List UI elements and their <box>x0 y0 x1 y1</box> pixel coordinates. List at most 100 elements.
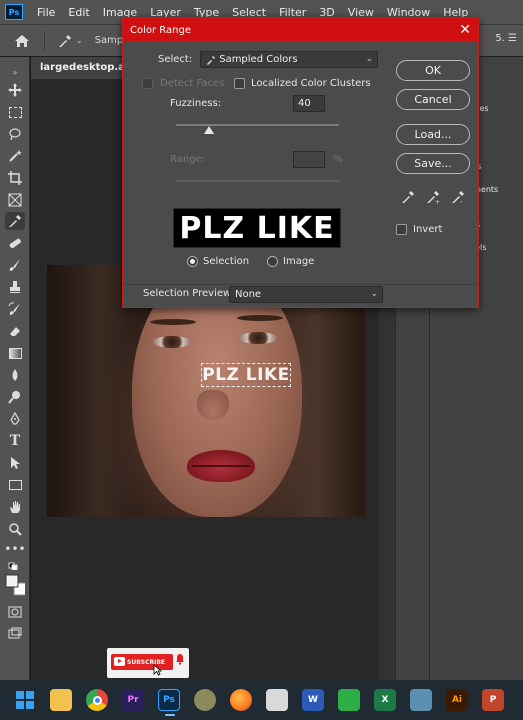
screen-mode-icon[interactable] <box>5 625 25 643</box>
hand-tool-icon[interactable] <box>5 498 25 516</box>
youtube-icon <box>114 657 125 666</box>
eyedropper-plus-icon[interactable]: + <box>426 190 440 207</box>
invert-label: Invert <box>413 224 443 235</box>
workspace-switcher[interactable]: 5. ☰ <box>495 33 517 44</box>
crop-tool-icon[interactable] <box>5 169 25 187</box>
taskbar-word-icon[interactable]: W <box>302 689 324 711</box>
magic-wand-tool-icon[interactable] <box>5 147 25 165</box>
zoom-tool-icon[interactable] <box>5 520 25 538</box>
selection-preview-label: Selection Preview: <box>143 288 235 299</box>
more-tools-icon[interactable]: ••• <box>4 540 25 558</box>
taskbar-excel-icon[interactable]: X <box>374 689 396 711</box>
taskbar-app-monitor-icon[interactable] <box>410 689 432 711</box>
marquee-tool-icon[interactable] <box>5 103 25 121</box>
type-tool-icon[interactable]: T <box>5 432 25 450</box>
localized-clusters-label: Localized Color Clusters <box>251 78 371 89</box>
taskbar-chrome-icon[interactable] <box>86 689 108 711</box>
localized-clusters-row: Localized Color Clusters <box>234 78 371 89</box>
path-selection-tool-icon[interactable] <box>5 454 25 472</box>
history-brush-tool-icon[interactable] <box>5 300 25 318</box>
image-radio[interactable] <box>267 256 278 267</box>
radio-selection-row[interactable]: Selection <box>187 256 249 267</box>
selection-preview-value: None <box>235 289 262 300</box>
taskbar-powerpoint-icon[interactable]: P <box>482 689 504 711</box>
close-icon[interactable]: ✕ <box>459 22 471 38</box>
image-lip-line <box>192 465 250 467</box>
subscribe-button[interactable]: SUBSCRIBE <box>111 654 173 670</box>
dodge-tool-icon[interactable] <box>5 388 25 406</box>
range-label: Range: <box>170 154 206 165</box>
radio-image-row[interactable]: Image <box>267 256 314 267</box>
home-icon[interactable] <box>12 32 32 50</box>
image-left-brow <box>150 319 196 325</box>
detect-faces-checkbox[interactable] <box>142 78 153 89</box>
taskbar-photoshop-icon[interactable]: Ps <box>158 689 180 716</box>
chevron-down-icon: ⌄ <box>76 36 83 45</box>
menu-file[interactable]: File <box>37 6 55 19</box>
healing-brush-tool-icon[interactable] <box>5 234 25 252</box>
pen-tool-icon[interactable] <box>5 410 25 428</box>
taskbar-firefox-icon[interactable] <box>230 689 252 711</box>
taskbar-camtasia-icon[interactable] <box>338 689 360 711</box>
selection-radio-label: Selection <box>203 256 250 267</box>
taskbar-premiere-icon[interactable]: Pr <box>122 689 144 711</box>
invert-checkbox[interactable] <box>396 224 407 235</box>
fuzziness-slider-thumb[interactable] <box>203 126 214 134</box>
load-button[interactable]: Load... <box>396 124 470 145</box>
brush-tool-icon[interactable] <box>5 256 25 274</box>
taskbar-app-globe-icon[interactable] <box>194 689 216 711</box>
eyedropper-icon <box>207 55 216 65</box>
image-right-eye <box>239 332 277 344</box>
options-right-controls[interactable]: 5. ☰ <box>495 33 517 44</box>
dialog-separator <box>123 284 478 285</box>
cursor-icon <box>153 664 163 676</box>
select-dropdown[interactable]: Sampled Colors ⌄ <box>200 51 379 68</box>
localized-clusters-checkbox[interactable] <box>234 78 245 89</box>
svg-text:+: + <box>435 199 440 204</box>
lasso-tool-icon[interactable] <box>5 125 25 143</box>
collapse-arrows-icon[interactable]: » <box>5 63 25 81</box>
color-swatches[interactable] <box>5 572 25 600</box>
blur-tool-icon[interactable] <box>5 366 25 384</box>
select-row: Select: Sampled Colors ⌄ <box>158 51 379 68</box>
clone-stamp-tool-icon[interactable] <box>5 278 25 296</box>
save-button[interactable]: Save... <box>396 153 470 174</box>
range-input <box>293 151 325 168</box>
eraser-tool-icon[interactable] <box>5 322 25 340</box>
gradient-tool-icon[interactable] <box>5 344 25 362</box>
taskbar-windows-icon[interactable] <box>14 689 36 711</box>
eyedropper-tool-icon[interactable] <box>5 212 25 230</box>
taskbar-file-explorer-icon[interactable] <box>50 689 72 711</box>
subscribe-overlay[interactable]: SUBSCRIBE <box>107 648 189 678</box>
taskbar-snipping-icon[interactable] <box>266 689 288 711</box>
invert-row[interactable]: Invert <box>396 224 442 235</box>
eyedropper-minus-icon[interactable]: - <box>451 190 465 207</box>
options-separator <box>44 30 45 51</box>
image-left-eye <box>153 336 191 348</box>
svg-text:-: - <box>460 198 463 204</box>
fuzziness-input[interactable]: 40 <box>293 95 325 112</box>
dialog-title-bar[interactable]: Color Range <box>123 18 478 42</box>
menu-edit[interactable]: Edit <box>68 6 89 19</box>
image-right-brow <box>237 315 283 321</box>
ok-button[interactable]: OK <box>396 60 470 81</box>
quick-mask-icon[interactable] <box>5 603 25 621</box>
range-unit: % <box>333 154 343 165</box>
eyedropper-icon <box>59 34 71 47</box>
fuzziness-slider-track[interactable] <box>176 124 339 126</box>
canvas-text-selection[interactable]: PLZ LIKE <box>201 363 291 387</box>
detect-faces-label: Detect Faces <box>160 78 225 89</box>
selection-radio[interactable] <box>187 256 198 267</box>
eyedropper-sample-icon[interactable] <box>401 190 415 207</box>
cancel-button[interactable]: Cancel <box>396 89 470 110</box>
dialog-title: Color Range <box>130 24 191 36</box>
tools-panel: » T ••• <box>0 57 30 680</box>
rectangle-tool-icon[interactable] <box>5 476 25 494</box>
move-tool-icon[interactable] <box>5 81 25 99</box>
eyedropper-tool-preset[interactable]: ⌄ <box>57 33 83 49</box>
selection-preview-dropdown[interactable]: None ⌄ <box>229 286 383 303</box>
fuzziness-label: Fuzziness: <box>170 98 222 109</box>
image-nose <box>197 390 229 420</box>
taskbar-illustrator-icon[interactable]: Ai <box>446 689 468 711</box>
frame-tool-icon[interactable] <box>5 191 25 209</box>
